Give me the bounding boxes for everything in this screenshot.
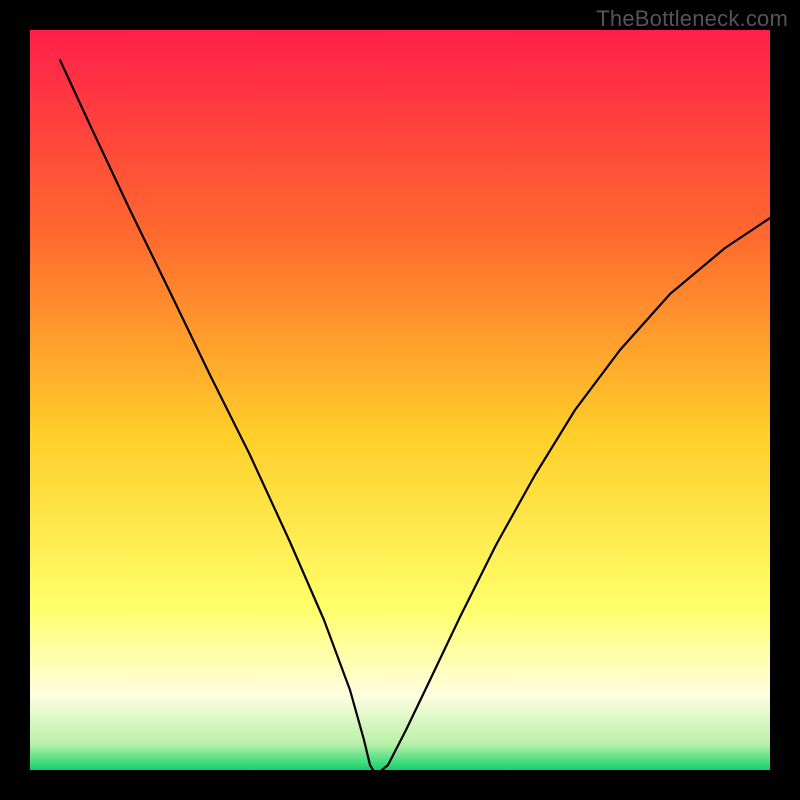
plot-area	[30, 30, 770, 770]
watermark-text: TheBottleneck.com	[596, 6, 788, 32]
chart-frame: TheBottleneck.com	[0, 0, 800, 800]
chart-svg	[30, 30, 770, 770]
gradient-background	[30, 30, 770, 770]
